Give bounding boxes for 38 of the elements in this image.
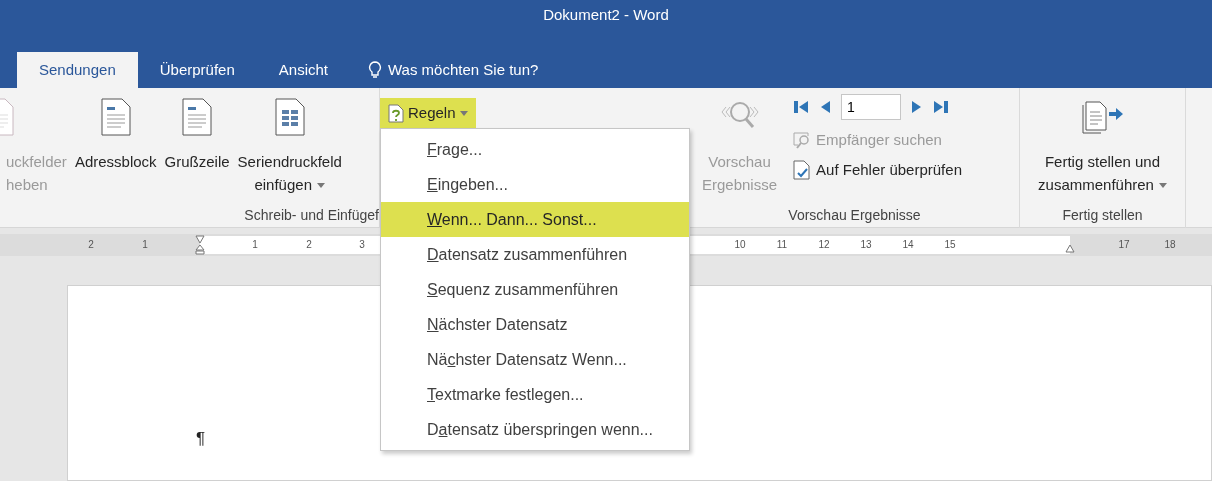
menu-item[interactable]: Sequenz zusammenführen (381, 272, 689, 307)
ruler-number: 1 (252, 238, 258, 252)
ruler-number: 13 (860, 238, 872, 252)
rules-button[interactable]: Regeln (380, 98, 476, 128)
menu-item[interactable]: Datensatz zusammenführen (381, 237, 689, 272)
check-errors-button[interactable]: Auf Fehler überprüfen (793, 156, 962, 183)
menu-item[interactable]: Frage... (381, 132, 689, 167)
ruler-number: 14 (902, 238, 914, 252)
tell-me-field[interactable]: Was möchten Sie tun? (388, 58, 539, 82)
ruler-number: 11 (776, 238, 788, 252)
ruler-number: 12 (818, 238, 830, 252)
finish-merge-button[interactable]: Fertig stellen und zusammenführen (1036, 88, 1169, 202)
ruler-number: 2 (88, 238, 94, 252)
menu-item[interactable]: Datensatz überspringen wenn... (381, 412, 689, 447)
menu-item[interactable]: Nächster Datensatz (381, 307, 689, 342)
ruler-number: 17 (1118, 238, 1130, 252)
paragraph-mark: ¶ (196, 428, 206, 450)
ribbon-tab[interactable]: Überprüfen (137, 52, 257, 88)
group-label: Fertig stellen (1061, 205, 1144, 225)
menu-item[interactable]: Eingeben... (381, 167, 689, 202)
ribbon-button[interactable]: Adressblock (72, 88, 159, 202)
ruler-number: 3 (359, 238, 365, 252)
ribbon-tab[interactable]: Sendungen (17, 52, 138, 88)
ribbon-button[interactable]: Seriendruckfeld einfügen (235, 88, 344, 202)
menu-item[interactable]: Wenn... Dann... Sonst... (381, 202, 689, 237)
group-label: Schreib- und Einfügef (244, 205, 379, 225)
ruler-number: 15 (944, 238, 956, 252)
ruler-number: 18 (1164, 238, 1176, 252)
ribbon-tab[interactable]: Ansicht (256, 52, 350, 88)
menu-item[interactable]: Textmarke festlegen... (381, 377, 689, 412)
ribbon-button[interactable]: Grußzeile (162, 88, 232, 202)
group-label: Vorschau Ergebnisse (787, 205, 922, 225)
menu-item[interactable]: Nächster Datensatz Wenn... (381, 342, 689, 377)
ruler-number: 10 (734, 238, 746, 252)
ruler-number: 2 (306, 238, 312, 252)
ruler-number: 1 (142, 238, 148, 252)
record-number-field[interactable]: 1 (841, 94, 902, 120)
window-title: Dokument2 - Word (542, 4, 670, 25)
